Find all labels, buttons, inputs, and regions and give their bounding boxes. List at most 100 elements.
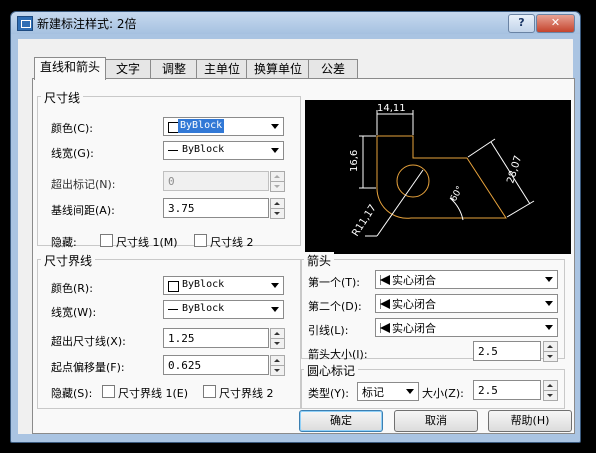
second-arrow-value: 实心闭合 xyxy=(392,298,436,311)
tab-fit[interactable]: 调整 xyxy=(150,59,198,79)
tab-alternate-units[interactable]: 换算单位 xyxy=(246,59,310,79)
dimline-lineweight-select[interactable]: ByBlock xyxy=(163,141,284,160)
cancel-button[interactable]: 取消 xyxy=(394,410,478,432)
tab-primary-units[interactable]: 主单位 xyxy=(196,59,248,79)
dim-right-text: 28,07 xyxy=(505,154,524,185)
dimline-baseline-label: 基线间距(A): xyxy=(51,204,115,217)
chevron-down-icon xyxy=(545,277,553,282)
window-title: 新建标注样式: 2倍 xyxy=(37,17,137,31)
center-marks-title: 圆心标记 xyxy=(304,362,359,379)
arrow-size-spinner[interactable] xyxy=(543,341,558,362)
app-icon xyxy=(17,16,33,31)
extline-offset-label: 起点偏移量(F): xyxy=(51,361,125,374)
spin-down-icon[interactable] xyxy=(270,338,285,349)
extline-color-select[interactable]: ByBlock xyxy=(163,276,284,295)
spin-down-icon[interactable] xyxy=(543,351,558,362)
arrow-size-label: 箭头大小(I): xyxy=(308,348,368,361)
first-arrow-value: 实心闭合 xyxy=(392,274,436,287)
suppress-extline1-checkbox[interactable] xyxy=(102,385,115,398)
extline-color-label: 颜色(R): xyxy=(51,282,93,295)
dimline-extend-input[interactable]: 0 xyxy=(163,171,269,191)
center-type-label: 类型(Y): xyxy=(308,387,350,400)
dim-radius-line xyxy=(376,169,424,237)
tab-lines-arrows[interactable]: 直线和箭头 xyxy=(34,57,106,80)
dimline-baseline-spinner[interactable] xyxy=(270,198,285,219)
spin-down-icon[interactable] xyxy=(270,208,285,219)
second-arrow-select[interactable]: 实心闭合 xyxy=(375,294,558,313)
extline-extend-label: 超出尺寸线(X): xyxy=(51,335,126,348)
chevron-down-icon xyxy=(545,325,553,330)
dimline-color-select[interactable]: ByBlock xyxy=(163,117,284,136)
first-arrow-select[interactable]: 实心闭合 xyxy=(375,270,558,289)
help-button[interactable]: 帮助(H) xyxy=(488,410,572,432)
dim-angle-text: 60° xyxy=(449,185,466,204)
dimline-extend-value: 0 xyxy=(168,175,175,188)
dimline-extend-label: 超出标记(N): xyxy=(51,178,116,191)
arrowhead-icon xyxy=(380,299,390,309)
dialog-client: 直线和箭头 文字 调整 主单位 换算单位 公差 尺寸线 颜色(C): ByBlo… xyxy=(18,39,575,434)
dimline-baseline-value: 3.75 xyxy=(168,202,195,215)
dimline-lineweight-value: ByBlock xyxy=(182,144,225,155)
suppress-extline2-checkbox[interactable] xyxy=(203,385,216,398)
line-sample-icon xyxy=(168,150,178,151)
spin-down-icon[interactable] xyxy=(543,390,558,401)
dim-left-text: 16,6 xyxy=(349,150,360,172)
arrow-size-value: 2.5 xyxy=(478,345,498,358)
extension-lines-title: 尺寸界线 xyxy=(41,252,96,269)
leader-arrow-select[interactable]: 实心闭合 xyxy=(375,318,558,337)
extline-extend-input[interactable]: 1.25 xyxy=(163,328,269,348)
extline-offset-value: 0.625 xyxy=(168,359,202,372)
center-type-select[interactable]: 标记 xyxy=(357,382,419,401)
preview-drawing: 14,11 16,6 28,07 60° R11,17 xyxy=(349,103,535,239)
tab-tolerances[interactable]: 公差 xyxy=(308,59,358,79)
line-sample-icon xyxy=(168,309,178,310)
extline-extend-spinner[interactable] xyxy=(270,328,285,349)
dim-radius-text: R11,17 xyxy=(350,203,379,239)
suppress-dimline2-label: 尺寸线 2 xyxy=(210,236,254,249)
leader-arrow-value: 实心闭合 xyxy=(392,322,436,335)
chevron-down-icon xyxy=(406,389,414,394)
suppress-dimline1-label: 尺寸线 1(M) xyxy=(116,236,178,249)
spin-down-icon[interactable] xyxy=(270,181,285,192)
dimension-lines-title: 尺寸线 xyxy=(41,89,84,106)
arrow-size-input[interactable]: 2.5 xyxy=(473,341,541,361)
title-bar[interactable]: 新建标注样式: 2倍 ? ✕ xyxy=(11,12,580,34)
dimline-color-label: 颜色(C): xyxy=(51,122,93,135)
dim-right-ext2 xyxy=(506,200,535,218)
center-size-label: 大小(Z): xyxy=(422,387,464,400)
spin-down-icon[interactable] xyxy=(270,365,285,376)
ok-button[interactable]: 确定 xyxy=(299,410,383,432)
arrowhead-icon xyxy=(380,275,390,285)
chevron-down-icon xyxy=(271,148,279,153)
suppress-extline2-label: 尺寸界线 2 xyxy=(219,387,274,400)
suppress-dimline1-checkbox[interactable] xyxy=(100,234,113,247)
center-type-value: 标记 xyxy=(362,386,384,399)
dim-top-text: 14,11 xyxy=(377,103,406,114)
dim-right-ext1 xyxy=(467,138,496,158)
extline-offset-input[interactable]: 0.625 xyxy=(163,355,269,375)
color-swatch-icon xyxy=(168,281,179,292)
chevron-down-icon xyxy=(271,283,279,288)
extline-offset-spinner[interactable] xyxy=(270,355,285,376)
extline-lineweight-label: 线宽(W): xyxy=(51,306,97,319)
center-size-spinner[interactable] xyxy=(543,380,558,401)
extline-color-value: ByBlock xyxy=(182,279,225,290)
close-button[interactable]: ✕ xyxy=(536,14,575,33)
extline-suppress-label: 隐藏(S): xyxy=(51,387,93,400)
first-arrow-label: 第一个(T): xyxy=(308,276,361,289)
dialog-window: 新建标注样式: 2倍 ? ✕ 直线和箭头 文字 调整 主单位 换算单位 公差 尺… xyxy=(10,11,581,443)
suppress-dimline2-checkbox[interactable] xyxy=(194,234,207,247)
tab-text[interactable]: 文字 xyxy=(104,59,152,79)
dimline-extend-spinner[interactable] xyxy=(270,171,285,192)
arrowhead-icon xyxy=(380,323,390,333)
dimline-suppress-label: 隐藏: xyxy=(51,236,77,249)
second-arrow-label: 第二个(D): xyxy=(308,300,362,313)
dimline-baseline-input[interactable]: 3.75 xyxy=(163,198,269,218)
extline-lineweight-select[interactable]: ByBlock xyxy=(163,300,284,319)
suppress-extline1-label: 尺寸界线 1(E) xyxy=(118,387,189,400)
help-titlebar-button[interactable]: ? xyxy=(508,14,535,33)
extline-extend-value: 1.25 xyxy=(168,332,195,345)
center-size-input[interactable]: 2.5 xyxy=(473,380,541,400)
dimline-color-value: ByBlock xyxy=(176,118,226,134)
leader-arrow-label: 引线(L): xyxy=(308,324,349,337)
